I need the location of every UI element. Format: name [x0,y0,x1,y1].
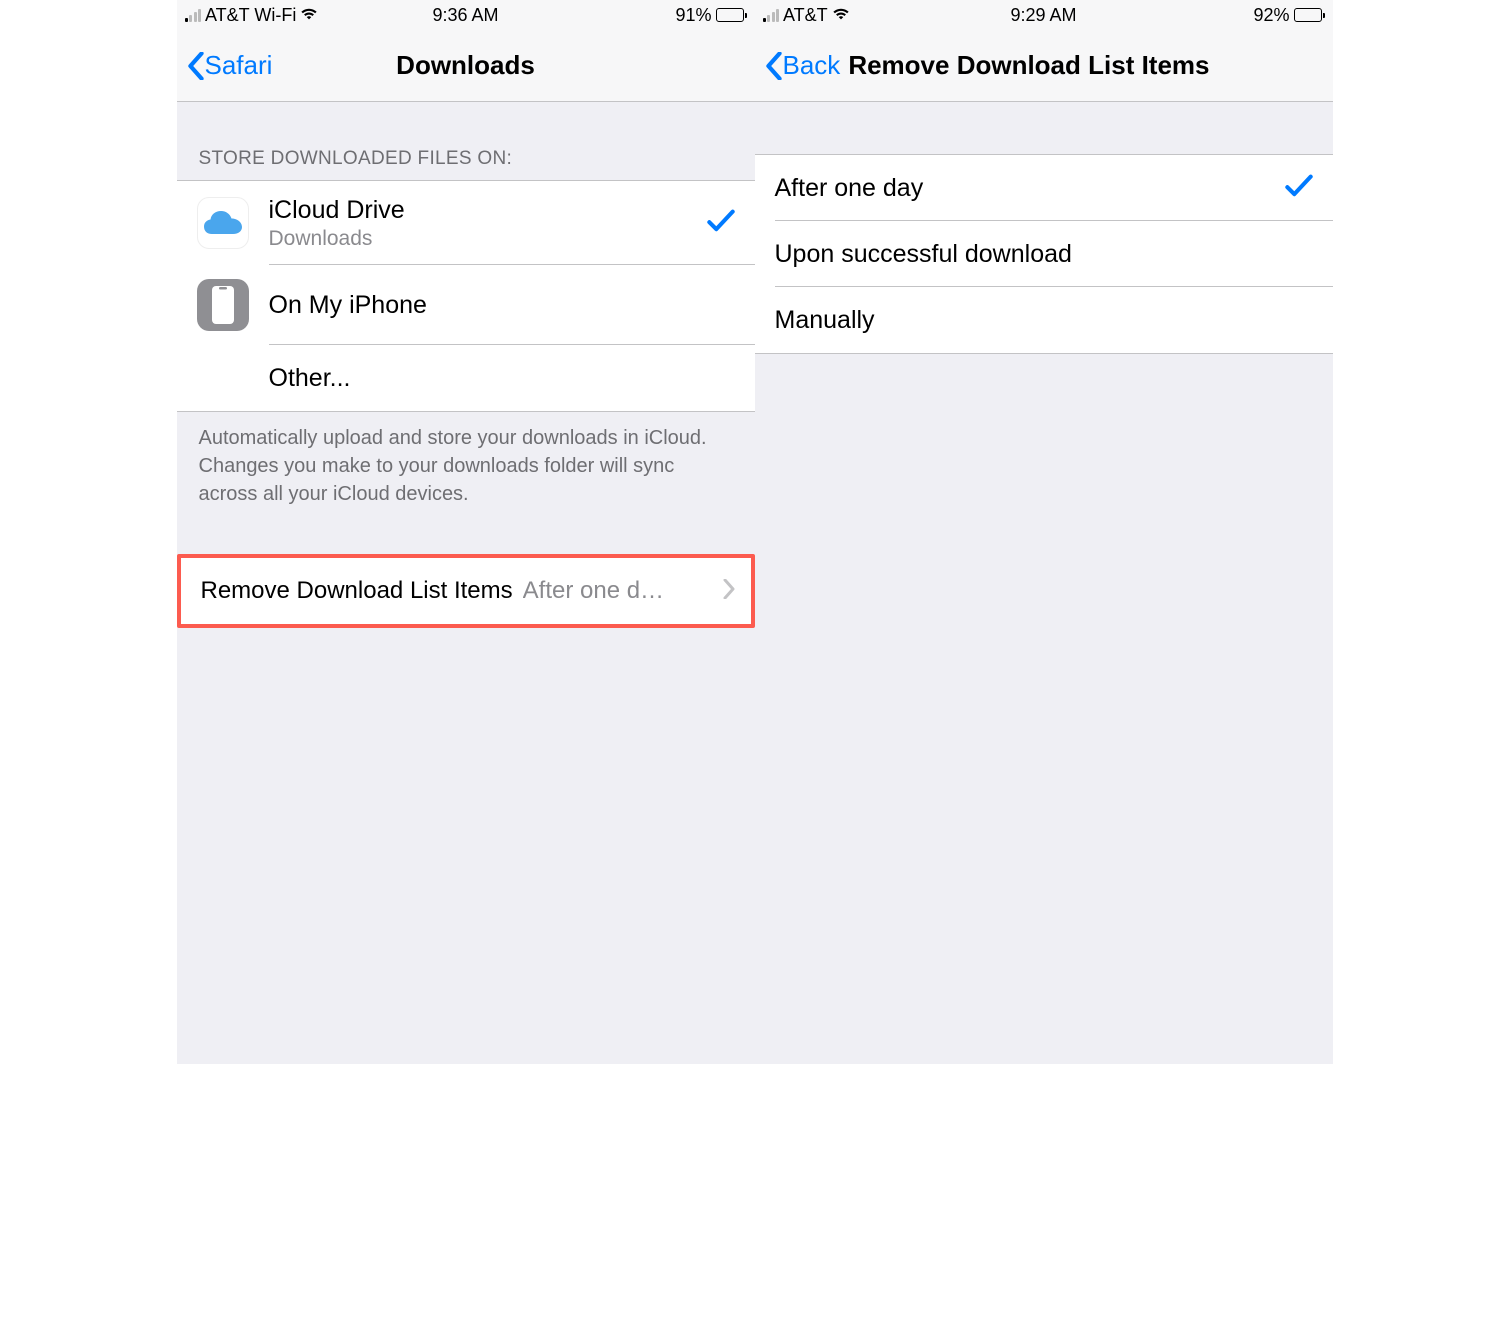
storage-options-list: iCloud Drive Downloads On My iPhone Othe… [177,180,755,412]
option-after-one-day[interactable]: After one day [755,155,1333,221]
carrier-label: AT&T [783,5,828,26]
option-upon-success[interactable]: Upon successful download [755,221,1333,287]
icloud-icon [197,197,249,249]
storage-option-subtitle: Downloads [269,227,697,251]
nav-bar: Back Remove Download List Items [755,30,1333,102]
page-title: Remove Download List Items [848,50,1209,81]
wifi-icon [300,5,318,26]
section-footer: Automatically upload and store your down… [177,412,755,522]
carrier-label: AT&T Wi-Fi [205,5,296,26]
storage-option-title: Other... [269,363,735,393]
storage-option-other[interactable]: Other... [177,345,755,411]
signal-bars-icon [763,9,780,22]
battery-pct-label: 92% [1253,5,1289,26]
signal-bars-icon [185,9,202,22]
battery-icon [1294,8,1325,22]
back-label: Back [783,50,841,81]
chevron-left-icon [765,52,783,80]
wifi-icon [832,5,850,26]
battery-pct-label: 91% [675,5,711,26]
option-manually[interactable]: Manually [755,287,1333,353]
iphone-icon [197,279,249,331]
battery-icon [716,8,747,22]
chevron-right-icon [723,579,735,604]
option-label: Manually [775,305,1313,335]
row-value: After one d… [523,577,717,605]
nav-bar: Safari Downloads [177,30,755,102]
status-bar: AT&T 9:29 AM 92% [755,0,1333,30]
highlight-box: Remove Download List Items After one d… [177,554,755,628]
row-label: Remove Download List Items [201,577,513,605]
storage-option-title: iCloud Drive [269,195,697,225]
phone-right: AT&T 9:29 AM 92% Back Remove Download Li… [755,0,1333,1064]
storage-option-iphone[interactable]: On My iPhone [177,265,755,345]
checkmark-icon [707,209,735,238]
remove-options-list: After one day Upon successful download M… [755,154,1333,354]
back-button[interactable]: Safari [187,50,273,81]
checkmark-icon [1285,174,1313,203]
option-label: After one day [775,173,1275,203]
option-label: Upon successful download [775,239,1313,269]
back-label: Safari [205,50,273,81]
status-time: 9:29 AM [1010,5,1076,26]
page-title: Downloads [396,50,535,81]
remove-download-list-items-row[interactable]: Remove Download List Items After one d… [181,558,751,624]
phone-left: AT&T Wi-Fi 9:36 AM 91% Safari Downloads … [177,0,755,1064]
status-bar: AT&T Wi-Fi 9:36 AM 91% [177,0,755,30]
storage-option-icloud[interactable]: iCloud Drive Downloads [177,181,755,265]
section-header: STORE DOWNLOADED FILES ON: [177,102,755,180]
chevron-left-icon [187,52,205,80]
status-time: 9:36 AM [432,5,498,26]
back-button[interactable]: Back [765,50,841,81]
storage-option-title: On My iPhone [269,290,735,320]
